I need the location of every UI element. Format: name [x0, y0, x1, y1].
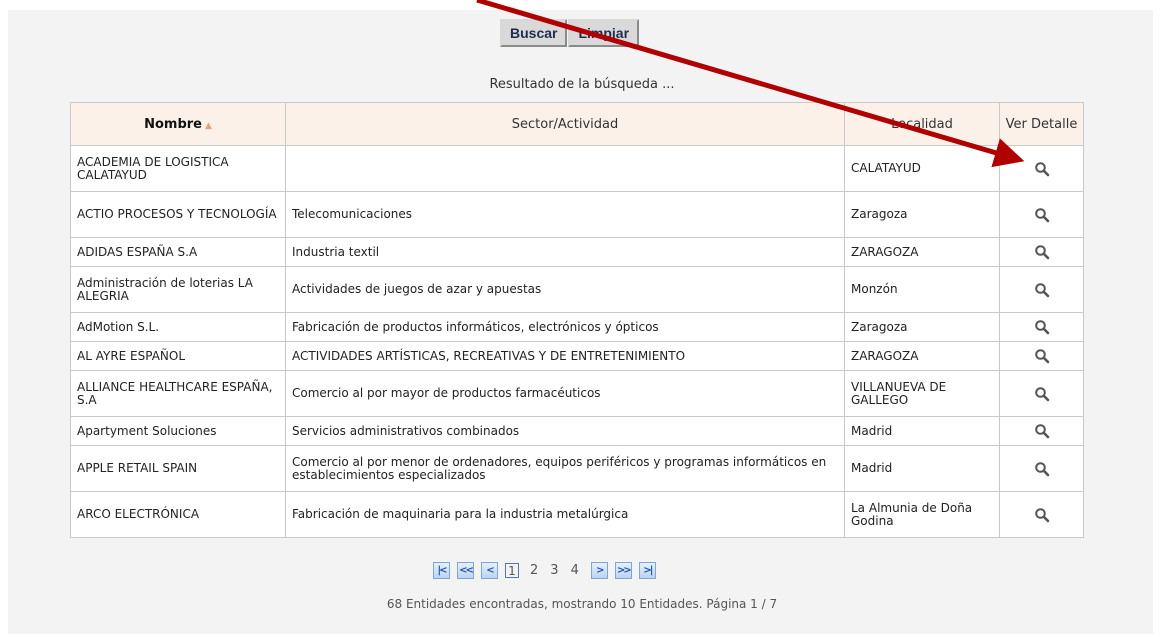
results-summary: 68 Entidades encontradas, mostrando 10 E… [386, 597, 778, 611]
cell-detail [999, 312, 1084, 342]
cell-locality: ZARAGOZA [844, 341, 1000, 371]
page-link-4[interactable]: 4 [571, 563, 579, 578]
cell-name: ACADEMIA DE LOGISTICA CALATAYUD [70, 145, 286, 192]
cell-detail [999, 266, 1084, 313]
cell-sector: ACTIVIDADES ARTÍSTICAS, RECREATIVAS Y DE… [285, 341, 845, 371]
cell-detail [999, 145, 1084, 192]
cell-locality: VILLANUEVA DE GALLEGO [844, 370, 1000, 417]
next-block-button[interactable]: >> [614, 562, 632, 579]
column-header-name[interactable]: Nombre ▲ [70, 102, 286, 146]
view-detail-icon[interactable] [1034, 386, 1050, 401]
cell-name: ADIDAS ESPAÑA S.A [70, 237, 286, 267]
cell-locality: Madrid [844, 416, 1000, 446]
view-detail-icon[interactable] [1034, 320, 1050, 335]
first-page-button[interactable]: |< [433, 562, 450, 579]
cell-name: Administración de loterias LA ALEGRIA [70, 266, 286, 313]
view-detail-icon[interactable] [1034, 161, 1050, 176]
view-detail-icon[interactable] [1034, 424, 1050, 439]
search-button[interactable]: Buscar [500, 19, 568, 47]
cell-locality: Monzón [844, 266, 1000, 313]
cell-locality: La Almunia de Doña Godina [844, 491, 1000, 538]
sort-asc-icon: ▲ [204, 120, 212, 131]
table-row: AdMotion S.L. Fabricación de productos in… [70, 312, 1084, 342]
results-caption: Resultado de la búsqueda ... [489, 77, 675, 92]
cell-locality: ZARAGOZA [844, 237, 1000, 267]
cell-detail [999, 445, 1084, 492]
cell-sector: Industria textil [285, 237, 845, 267]
cell-detail [999, 491, 1084, 538]
table-row: ADIDAS ESPAÑA S.A Industria textil ZARAGOZ… [70, 237, 1084, 267]
cell-sector: Comercio al por menor de ordenadores, eq… [285, 445, 845, 492]
cell-sector: Actividades de juegos de azar y apuestas [285, 266, 845, 313]
cell-name: ALLIANCE HEALTHCARE ESPAÑA, S.A [70, 370, 286, 417]
view-detail-icon[interactable] [1034, 461, 1050, 476]
table-row: ACTIO PROCESOS Y TECNOLOGÍA Telecomunicac… [70, 191, 1084, 238]
prev-block-button[interactable]: << [457, 562, 474, 579]
last-page-button[interactable]: >| [638, 562, 656, 579]
cell-detail [999, 341, 1084, 371]
cell-name: Apartyment Soluciones [70, 416, 286, 446]
cell-detail [999, 191, 1084, 238]
cell-sector: Comercio al por mayor de productos farma… [285, 370, 845, 417]
cell-sector [285, 145, 845, 192]
view-detail-icon[interactable] [1034, 282, 1050, 297]
view-detail-icon[interactable] [1034, 507, 1050, 522]
view-detail-icon[interactable] [1034, 349, 1050, 364]
table-row: ACADEMIA DE LOGISTICA CALATAYUD CALATAYUD [70, 145, 1084, 192]
results-table: Nombre ▲ Sector/Actividad Localidad Ver D… [70, 102, 1084, 538]
cell-locality: Madrid [844, 445, 1000, 492]
view-detail-icon[interactable] [1034, 207, 1050, 222]
column-header-name-label: Nombre [144, 116, 202, 132]
table-row: ALLIANCE HEALTHCARE ESPAÑA, S.A Comercio … [70, 370, 1084, 417]
cell-sector: Servicios administrativos combinados [285, 416, 845, 446]
next-page-button[interactable]: > [590, 562, 608, 579]
cell-name: ACTIO PROCESOS Y TECNOLOGÍA [70, 191, 286, 238]
table-row: APPLE RETAIL SPAIN Comercio al por menor … [70, 445, 1084, 492]
cell-name: ARCO ELECTRÓNICA [70, 491, 286, 538]
cell-locality: Zaragoza [844, 312, 1000, 342]
page-link-2[interactable]: 2 [530, 563, 538, 578]
view-detail-icon[interactable] [1034, 245, 1050, 260]
column-header-sector[interactable]: Sector/Actividad [285, 102, 845, 146]
table-row: ARCO ELECTRÓNICA Fabricación de maquinari… [70, 491, 1084, 538]
cell-locality: CALATAYUD [844, 145, 1000, 192]
cell-sector: Fabricación de productos informáticos, e… [285, 312, 845, 342]
cell-locality: Zaragoza [844, 191, 1000, 238]
cell-name: APPLE RETAIL SPAIN [70, 445, 286, 492]
table-header-row: Nombre ▲ Sector/Actividad Localidad Ver D… [70, 102, 1084, 146]
table-row: AL AYRE ESPAÑOL ACTIVIDADES ARTÍSTICAS, R… [70, 341, 1084, 371]
clear-button[interactable]: Limpiar [568, 19, 640, 47]
page-link-1[interactable]: 1 [505, 563, 519, 578]
search-buttons: Buscar Limpiar [500, 19, 640, 47]
table-row: Administración de loterias LA ALEGRIA Act… [70, 266, 1084, 313]
cell-name: AL AYRE ESPAÑOL [70, 341, 286, 371]
table-row: Apartyment Soluciones Servicios administr… [70, 416, 1084, 446]
cell-sector: Fabricación de maquinaria para la indust… [285, 491, 845, 538]
cell-name: AdMotion S.L. [70, 312, 286, 342]
prev-page-button[interactable]: < [481, 562, 498, 579]
pagination: |< << < 1 2 3 4 > >> >| [433, 562, 663, 579]
cell-detail [999, 416, 1084, 446]
cell-sector: Telecomunicaciones [285, 191, 845, 238]
page-link-3[interactable]: 3 [550, 563, 558, 578]
column-header-detail: Ver Detalle [999, 102, 1084, 146]
column-header-locality[interactable]: Localidad [844, 102, 1000, 146]
cell-detail [999, 237, 1084, 267]
cell-detail [999, 370, 1084, 417]
